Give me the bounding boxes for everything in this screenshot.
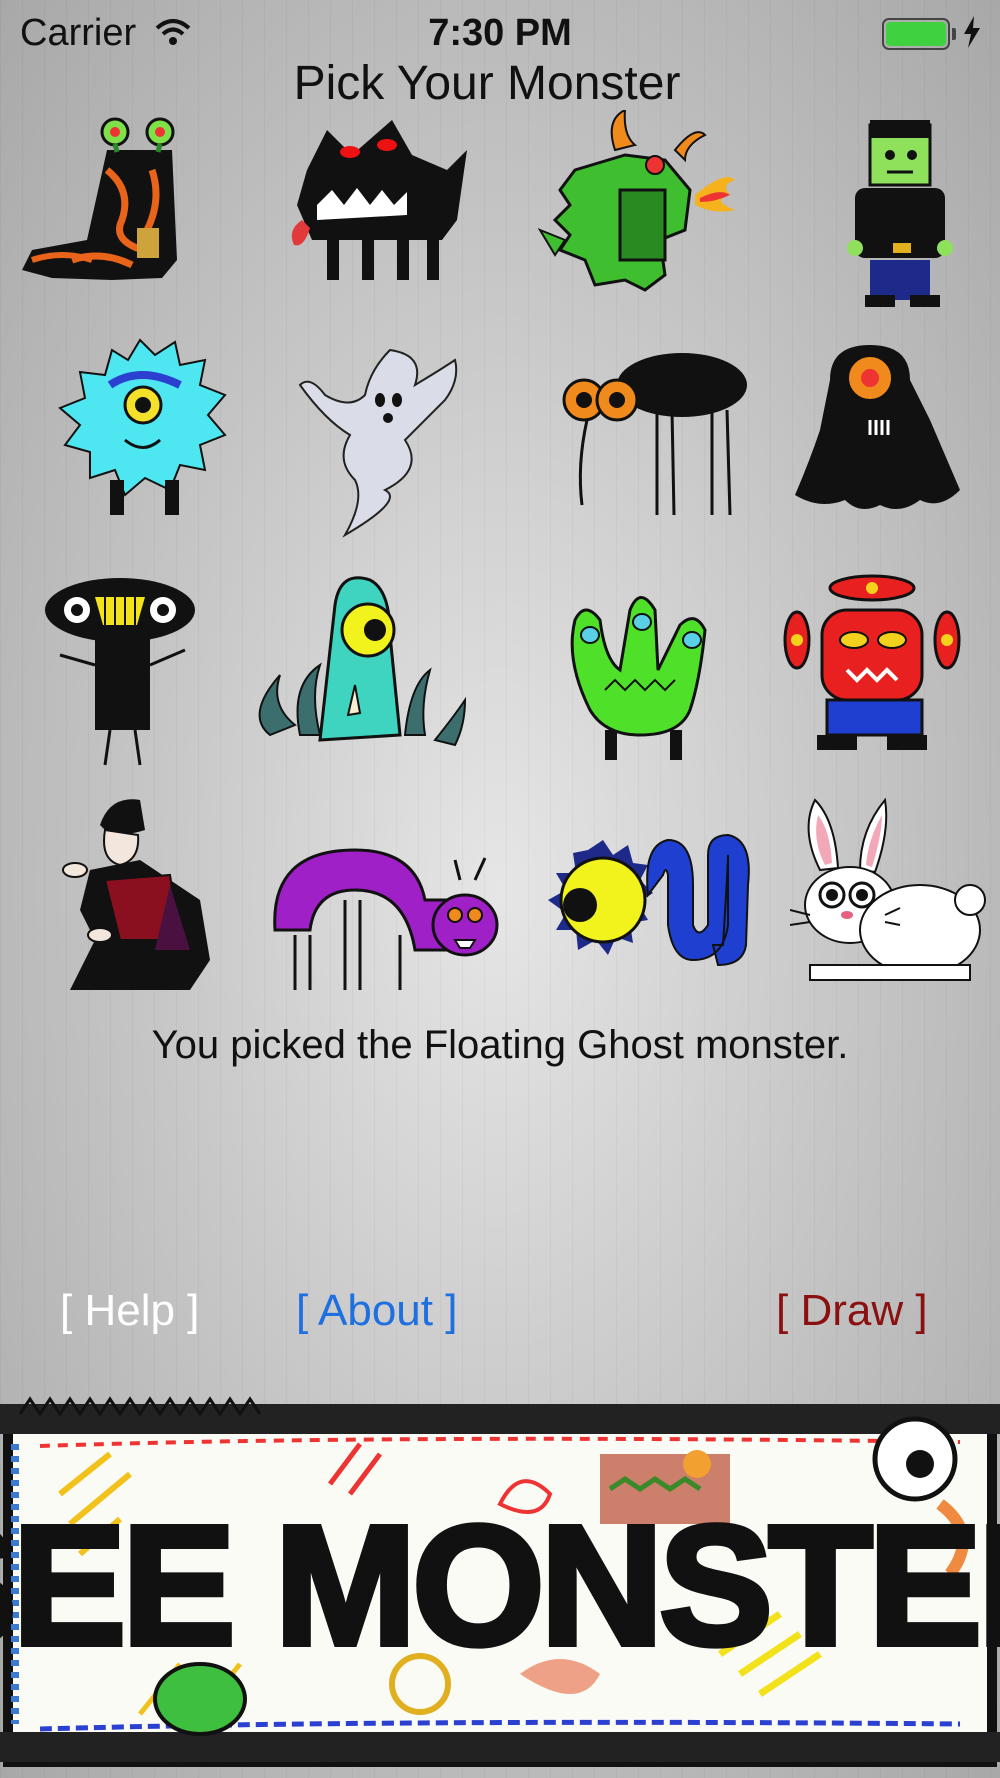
eyeball-serpent-monster-icon — [548, 833, 750, 967]
boot-monster-icon — [22, 117, 177, 280]
monster-frankenstein[interactable] — [815, 110, 1000, 310]
black-cyclops-monster-icon — [795, 345, 960, 509]
monster-rabbit[interactable] — [789, 790, 1000, 990]
draw-button[interactable]: [ Draw ] — [776, 1286, 928, 1336]
charging-bolt-icon — [964, 16, 980, 48]
purple-worm-monster-icon — [273, 848, 499, 990]
status-bar: Carrier 7:30 PM — [0, 0, 1000, 64]
monster-blob[interactable] — [240, 575, 480, 775]
monster-hand[interactable] — [560, 580, 770, 780]
monster-wolf[interactable] — [282, 110, 492, 310]
monster-dragon[interactable] — [535, 108, 745, 310]
battery-nub — [952, 28, 956, 40]
monster-boot[interactable] — [12, 110, 222, 310]
floating-ghost-monster-icon — [298, 348, 458, 538]
monster-goggle[interactable] — [45, 575, 255, 775]
black-spider-monster-icon — [562, 353, 747, 516]
white-rabbit-monster-icon — [789, 797, 986, 981]
battery-icon — [882, 18, 950, 50]
teal-blob-monster-icon — [258, 576, 467, 747]
monster-cyclops[interactable] — [790, 340, 1000, 540]
monster-furball[interactable] — [40, 330, 250, 530]
logo-text: SEE MONSTER — [0, 1491, 1000, 1681]
frankenstein-monster-icon — [847, 120, 953, 307]
monster-worm[interactable] — [265, 840, 505, 1040]
about-button[interactable]: [ About ] — [296, 1286, 457, 1336]
green-dragon-monster-icon — [537, 108, 735, 292]
monster-vampire[interactable] — [60, 790, 270, 990]
black-wolf-monster-icon — [291, 120, 467, 280]
picked-monster-message: You picked the Floating Ghost monster. — [151, 1023, 849, 1067]
black-goggle-monster-icon — [45, 578, 195, 766]
page-title: Pick Your Monster — [293, 57, 681, 110]
red-robot-monster-icon — [783, 574, 961, 750]
monster-robot[interactable] — [782, 570, 992, 770]
monster-spider[interactable] — [562, 345, 772, 545]
help-button[interactable]: [ Help ] — [60, 1286, 199, 1336]
vampire-monster-icon — [62, 799, 210, 990]
green-hand-monster-icon — [570, 596, 707, 760]
clock: 7:30 PM — [428, 12, 572, 54]
see-monster-logo: SEE MONSTER — [0, 1396, 1000, 1767]
cyan-furball-monster-icon — [58, 338, 227, 515]
monster-eyeball[interactable] — [548, 825, 763, 1025]
monster-ghost[interactable] — [285, 340, 495, 540]
